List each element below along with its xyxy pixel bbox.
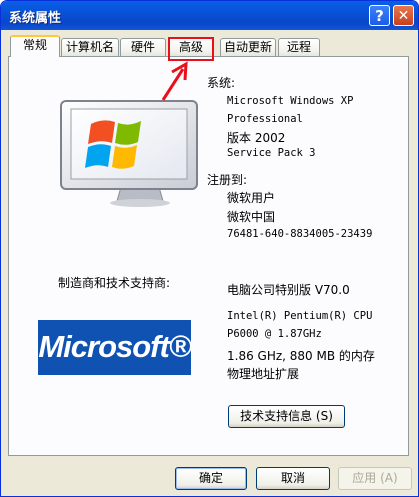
os-version: 版本 2002 bbox=[227, 131, 286, 145]
window-title: 系统属性 bbox=[9, 11, 62, 26]
tab-automatic-updates[interactable]: 自动更新 bbox=[220, 38, 276, 56]
title-bar[interactable]: 系统属性 ? ✕ bbox=[1, 1, 418, 30]
ok-button[interactable]: 确定 bbox=[175, 467, 247, 490]
system-properties-window: 系统属性 ? ✕ 常规 计算机名 硬件 高级 自动更新 远程 系统: Micro… bbox=[0, 0, 419, 497]
cpu-speed: P6000 @ 1.87GHz bbox=[227, 328, 322, 340]
apply-button[interactable]: 应用 (A) bbox=[338, 467, 412, 490]
manufacturer-label: 制造商和技术支持商: bbox=[58, 276, 171, 290]
os-service-pack: Service Pack 3 bbox=[227, 147, 316, 159]
registered-user: 微软用户 bbox=[227, 191, 276, 205]
memory-info: 1.86 GHz, 880 MB 的内存 bbox=[227, 349, 375, 363]
system-heading: 系统: bbox=[207, 76, 236, 90]
annotation-arrow-icon bbox=[161, 61, 188, 101]
product-id: 76481-640-8834005-23439 bbox=[227, 228, 373, 240]
cancel-button[interactable]: 取消 bbox=[256, 467, 330, 490]
help-button[interactable]: ? bbox=[369, 5, 390, 26]
tab-remote[interactable]: 远程 bbox=[278, 38, 320, 56]
microsoft-logo: Microsoft® bbox=[38, 320, 192, 375]
registered-heading: 注册到: bbox=[207, 173, 248, 187]
manufacturer-name: 电脑公司特别版 V70.0 bbox=[227, 283, 350, 297]
tab-general[interactable]: 常规 bbox=[10, 35, 60, 57]
monitor-windows-logo-icon bbox=[60, 100, 198, 207]
support-info-button[interactable]: 技术支持信息 (S) bbox=[228, 405, 345, 428]
os-name: Microsoft Windows XP bbox=[227, 95, 354, 107]
cpu-model: Intel(R) Pentium(R) CPU bbox=[227, 310, 373, 322]
pae-info: 物理地址扩展 bbox=[227, 367, 300, 381]
registered-org: 微软中国 bbox=[227, 210, 276, 224]
close-button[interactable]: ✕ bbox=[393, 5, 414, 26]
os-edition: Professional bbox=[227, 113, 303, 125]
tab-computer-name[interactable]: 计算机名 bbox=[61, 38, 119, 56]
